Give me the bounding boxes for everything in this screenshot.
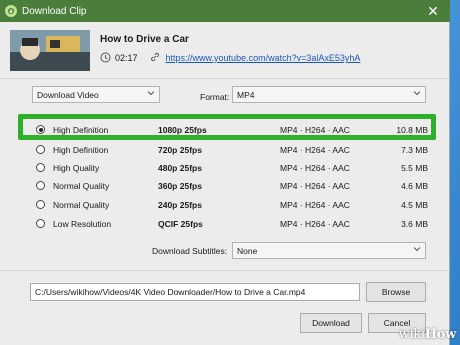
radio-button[interactable] xyxy=(36,181,45,190)
codec-label: MP4 · H264 · AAC xyxy=(280,144,350,155)
format-label: Format: xyxy=(200,92,230,102)
divider xyxy=(0,270,450,271)
video-title: How to Drive a Car xyxy=(100,34,189,45)
radio-button[interactable] xyxy=(36,219,45,228)
save-path-field[interactable]: C:/Users/wikihow/Videos/4K Video Downloa… xyxy=(30,283,360,301)
resolution-label: 360p 25fps xyxy=(158,180,202,191)
codec-label: MP4 · H264 · AAC xyxy=(280,162,350,173)
quality-label: Low Resolution xyxy=(53,218,112,229)
app-logo-icon xyxy=(5,5,17,17)
quality-option-row[interactable]: Normal Quality 240p 25fps MP4 · H264 · A… xyxy=(22,196,434,213)
wikihow-watermark: wikiHow xyxy=(398,327,457,342)
video-meta: 02:17 https://www.youtube.com/watch?v=3a… xyxy=(100,52,360,64)
file-size-label: 5.5 MB xyxy=(401,162,428,173)
quality-option-row[interactable]: Normal Quality 360p 25fps MP4 · H264 · A… xyxy=(22,177,434,194)
watermark-how: How xyxy=(424,327,457,342)
subtitles-label: Download Subtitles: xyxy=(152,246,228,256)
clock-icon xyxy=(100,52,111,65)
radio-button[interactable] xyxy=(36,200,45,209)
file-size-label: 7.3 MB xyxy=(401,144,428,155)
quality-label: High Quality xyxy=(53,162,100,173)
quality-option-row[interactable]: Low Resolution QCIF 25fps MP4 · H264 · A… xyxy=(22,215,434,232)
format-select[interactable]: MP4 xyxy=(232,86,426,103)
file-size-label: 4.5 MB xyxy=(401,199,428,210)
subtitles-value: None xyxy=(237,245,258,256)
file-size-label: 4.6 MB xyxy=(401,180,428,191)
quality-label: Normal Quality xyxy=(53,199,110,210)
quality-option-row[interactable]: High Quality 480p 25fps MP4 · H264 · AAC… xyxy=(22,159,434,176)
title-bar: Download Clip ✕ xyxy=(0,0,450,22)
download-clip-dialog: Download Clip ✕ How to Drive a Car 02:17… xyxy=(0,0,450,345)
download-mode-value: Download Video xyxy=(37,89,99,100)
download-button[interactable]: Download xyxy=(300,313,362,333)
divider xyxy=(0,78,450,79)
radio-button[interactable] xyxy=(36,163,45,172)
resolution-label: 720p 25fps xyxy=(158,144,202,155)
browse-button[interactable]: Browse xyxy=(366,282,426,302)
radio-button[interactable] xyxy=(36,145,45,154)
chevron-down-icon xyxy=(147,89,155,99)
codec-label: MP4 · H264 · AAC xyxy=(280,218,350,229)
quality-label: Normal Quality xyxy=(53,180,110,191)
link-icon xyxy=(150,52,160,64)
chevron-down-icon xyxy=(413,245,421,255)
resolution-label: 480p 25fps xyxy=(158,162,202,173)
video-duration: 02:17 xyxy=(115,53,138,63)
close-icon[interactable]: ✕ xyxy=(424,2,442,20)
chevron-down-icon xyxy=(413,89,421,99)
codec-label: MP4 · H264 · AAC xyxy=(280,180,350,191)
video-thumbnail xyxy=(10,30,90,71)
window-title: Download Clip xyxy=(22,5,87,17)
selection-highlight xyxy=(18,114,436,140)
resolution-label: QCIF 25fps xyxy=(158,218,203,229)
format-value: MP4 xyxy=(237,89,255,100)
resolution-label: 240p 25fps xyxy=(158,199,202,210)
codec-label: MP4 · H264 · AAC xyxy=(280,199,350,210)
video-url-link[interactable]: https://www.youtube.com/watch?v=3alAxE53… xyxy=(166,53,361,63)
quality-option-row[interactable]: High Definition 720p 25fps MP4 · H264 · … xyxy=(22,141,434,158)
file-size-label: 3.6 MB xyxy=(401,218,428,229)
download-mode-select[interactable]: Download Video xyxy=(32,86,160,103)
subtitles-select[interactable]: None xyxy=(232,242,426,259)
watermark-wiki: wiki xyxy=(398,327,425,342)
quality-label: High Definition xyxy=(53,144,109,155)
